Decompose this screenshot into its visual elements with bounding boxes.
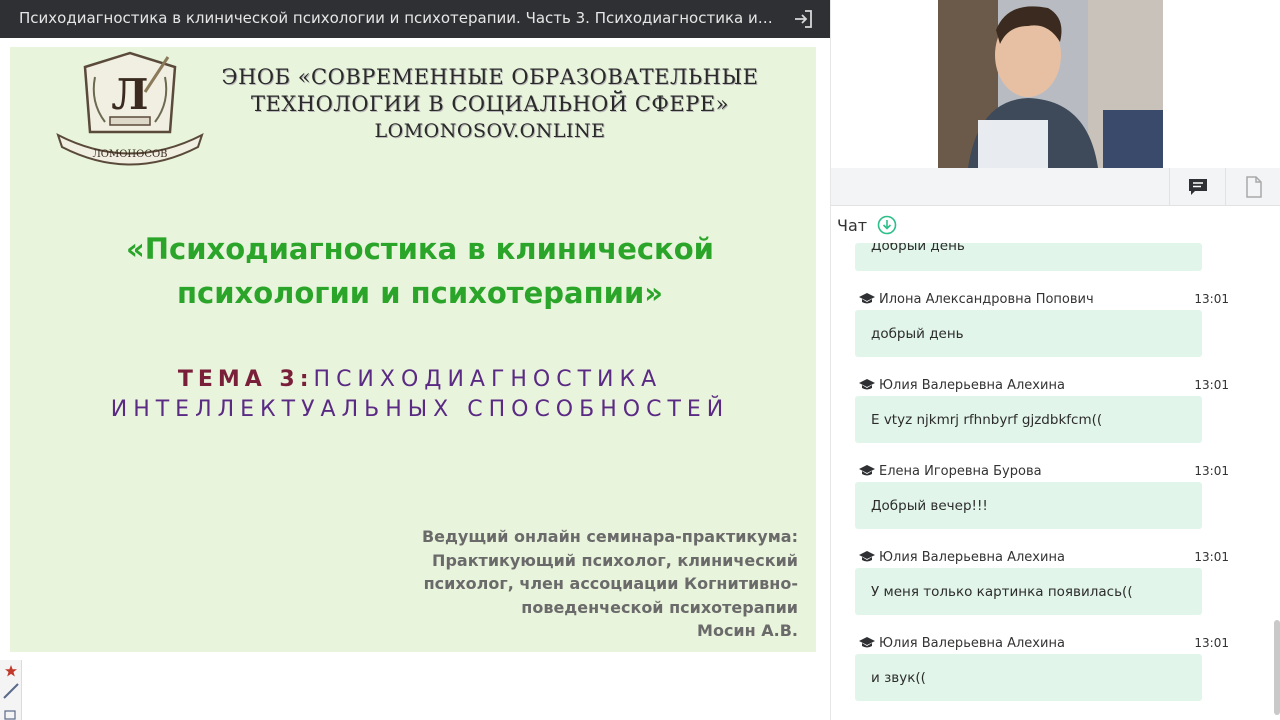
graduation-cap-icon: [859, 465, 875, 476]
tab-chat[interactable]: [1169, 168, 1225, 206]
org-title-line1: ЭНОБ «СОВРЕМЕННЫЕ ОБРАЗОВАТЕЛЬНЫЕ: [221, 65, 759, 89]
presentation-area: Психодиагностика в клинической психологи…: [0, 0, 830, 720]
chat-header: Чат: [837, 214, 897, 236]
message-time: 13:01: [1194, 464, 1229, 478]
org-title-line2: ТЕХНОЛОГИИ В СОЦИАЛЬНОЙ СФЕРЕ»: [250, 92, 729, 116]
presenter-name: Мосин А.В.: [697, 621, 798, 640]
message-author: Илона Александровна Попович: [879, 291, 1094, 307]
chat-bubble: Добрый день: [855, 243, 1202, 271]
presenter-line: поведенческой психотерапии: [521, 597, 798, 617]
topic-heading: ТЕМА 3:ПСИХОДИАГНОСТИКА ИНТЕЛЛЕКТУАЛЬНЫХ…: [30, 365, 810, 425]
message-author: Юлия Валерьевна Алехина: [879, 635, 1065, 651]
star-icon[interactable]: [4, 664, 18, 678]
chat-bubble: У меня только картинка появилась((: [855, 568, 1202, 615]
presenter-line: психолог, член ассоциации Когнитивно-: [423, 574, 798, 593]
panel-tabs: [831, 168, 1280, 206]
pen-icon[interactable]: [2, 682, 20, 700]
download-circle-icon[interactable]: [877, 215, 897, 235]
message-time: 13:01: [1194, 636, 1229, 650]
chat-label: Чат: [837, 215, 868, 235]
document-icon: [1245, 176, 1262, 198]
chat-message-text: У меня только картинка появилась((: [871, 583, 1133, 600]
org-website: LOMONOSOV.ONLINE: [374, 120, 606, 142]
window-title-bar: Психодиагностика в клинической психологи…: [0, 0, 830, 38]
webcam-video[interactable]: [938, 0, 1163, 168]
chat-bubble: Е vtyz njkmrj rfhnbyrf gjzdbkfcm((: [855, 396, 1202, 443]
window-title: Психодиагностика в клинической психологи…: [19, 9, 779, 27]
topic-line2: ИНТЕЛЛЕКТУАЛЬНЫХ СПОСОБНОСТЕЙ: [110, 397, 730, 422]
topic-label: ТЕМА 3:: [177, 367, 314, 392]
logo-letter: Л: [111, 70, 148, 119]
message-meta: Юлия Валерьевна Алехина 13:01: [859, 547, 1231, 567]
organization-title: ЭНОБ «СОВРЕМЕННЫЕ ОБРАЗОВАТЕЛЬНЫЕ ТЕХНОЛ…: [190, 64, 790, 145]
presenter-line: Практикующий психолог, клинический: [432, 550, 798, 570]
graduation-cap-icon: [859, 551, 875, 562]
side-panel: Чат Добрый день Илона Александровна Попо…: [830, 0, 1280, 720]
chat-bubble: Добрый вечер!!!: [855, 482, 1202, 529]
chat-message-text: Е vtyz njkmrj rfhnbyrf gjzdbkfcm((: [871, 411, 1103, 428]
chat-bubble: добрый день: [855, 310, 1202, 357]
message-meta: Юлия Валерьевна Алехина 13:01: [859, 375, 1231, 395]
chat-message-text: добрый день: [871, 325, 964, 342]
topic-line1: ПСИХОДИАГНОСТИКА: [313, 367, 663, 392]
graduation-cap-icon: [859, 637, 875, 648]
message-meta: Елена Игоревна Бурова 13:01: [859, 461, 1231, 481]
course-title: «Психодиагностика в клинической психолог…: [70, 227, 770, 315]
webcam-frame: [938, 0, 1163, 168]
exit-button[interactable]: [790, 5, 818, 33]
eraser-icon[interactable]: [4, 710, 18, 720]
chat-message-text: Добрый вечер!!!: [871, 497, 988, 514]
course-title-line1: «Психодиагностика в клинической: [126, 232, 714, 266]
chat-message-text: и звук((: [871, 669, 926, 686]
chat-bubble-icon: [1188, 179, 1207, 195]
message-meta: Юлия Валерьевна Алехина 13:01: [859, 633, 1231, 653]
exit-icon: [795, 10, 812, 28]
chat-scrollbar[interactable]: [1274, 620, 1280, 715]
chat-bubble: и звук((: [855, 654, 1202, 701]
tab-files[interactable]: [1225, 168, 1280, 206]
message-author: Юлия Валерьевна Алехина: [879, 377, 1065, 393]
graduation-cap-icon: [859, 379, 875, 390]
graduation-cap-icon: [859, 293, 875, 304]
message-time: 13:01: [1194, 292, 1229, 306]
presenter-info: Ведущий онлайн семинара-практикума: Прак…: [340, 525, 798, 643]
lomonosov-logo: Л ЛОМОНОСОВ: [56, 51, 204, 166]
message-author: Юлия Валерьевна Алехина: [879, 549, 1065, 565]
logo-text: ЛОМОНОСОВ: [92, 149, 167, 160]
chat-message-text: Добрый день: [871, 243, 965, 254]
drawing-toolbar: [0, 660, 22, 720]
chat-message-list[interactable]: Добрый день Илона Александровна Попович …: [831, 243, 1280, 720]
presenter-line: Ведущий онлайн семинара-практикума:: [421, 527, 798, 546]
message-time: 13:01: [1194, 378, 1229, 392]
message-meta: Илона Александровна Попович 13:01: [859, 289, 1231, 309]
message-author: Елена Игоревна Бурова: [879, 463, 1042, 479]
message-time: 13:01: [1194, 550, 1229, 564]
course-title-line2: психологии и психотерапии»: [176, 276, 664, 310]
presentation-slide: Л ЛОМОНОСОВ ЭНОБ «СОВРЕМЕННЫЕ ОБРАЗОВАТЕ…: [10, 47, 816, 652]
